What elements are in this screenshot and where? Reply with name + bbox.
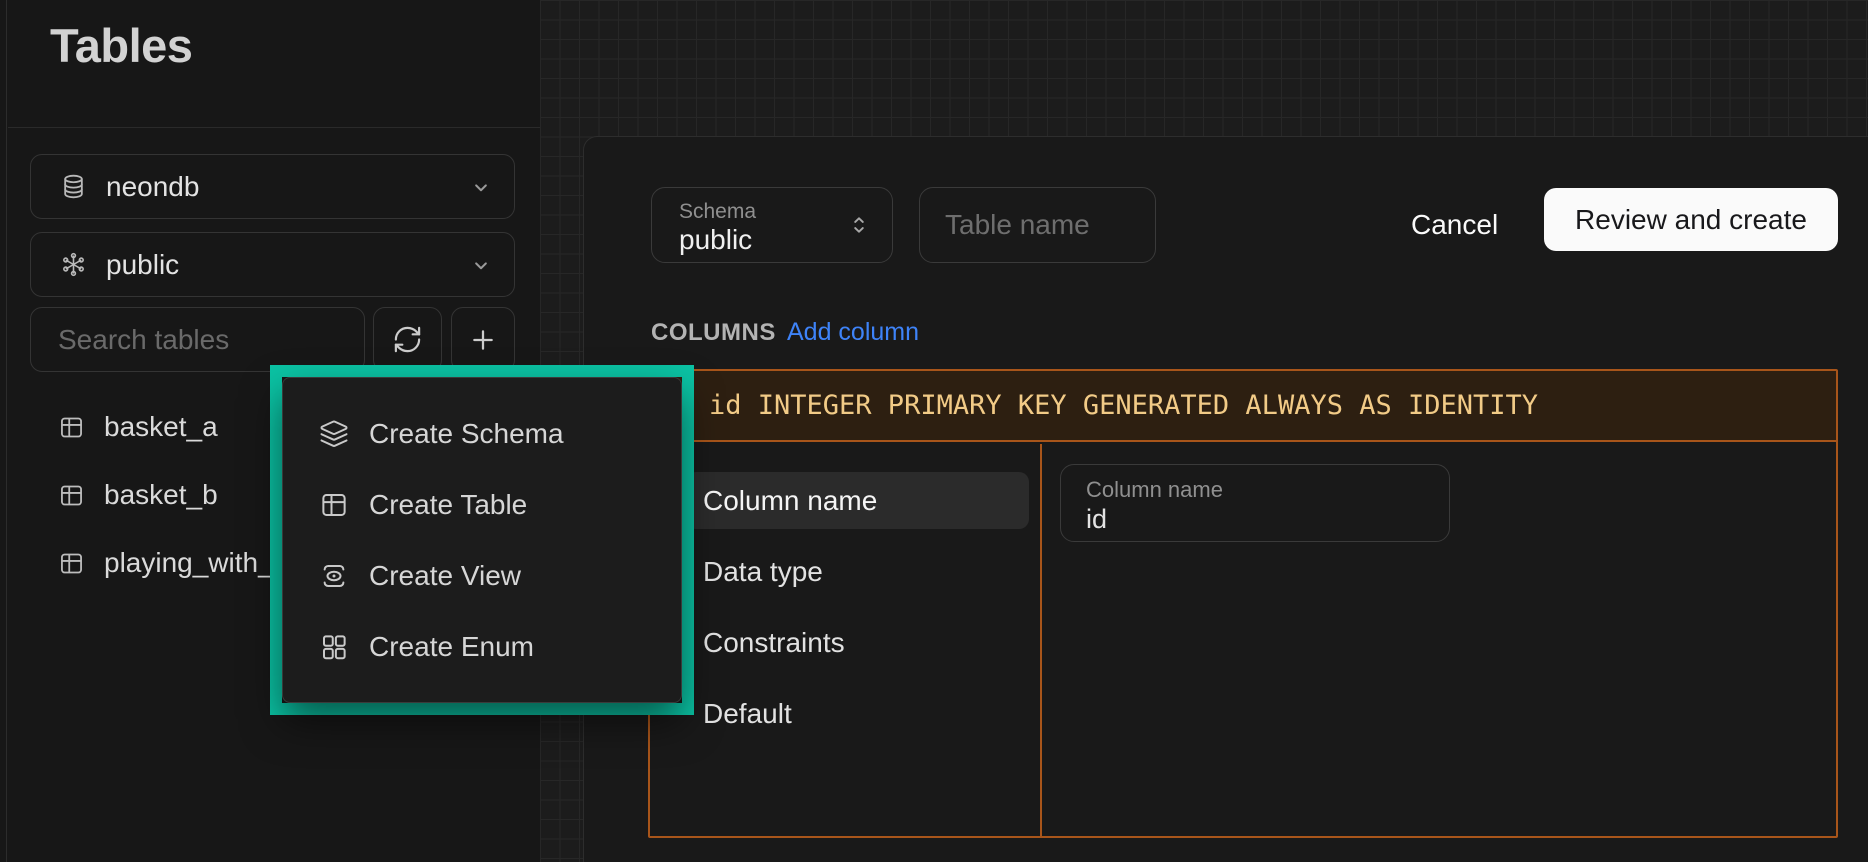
chevron-down-icon <box>468 174 494 200</box>
refresh-icon <box>392 324 423 355</box>
column-editor-body: Column name Data type Constraints Defaul… <box>650 444 1836 836</box>
schema-field-select[interactable]: Schema public <box>651 187 893 263</box>
annotation-highlight-box: Create Schema Create Table Create View <box>270 365 694 715</box>
table-icon <box>58 414 85 441</box>
table-name: basket_a <box>104 411 218 443</box>
search-tables-input[interactable]: Search tables <box>30 307 365 372</box>
database-select-value: neondb <box>106 171 199 203</box>
menu-item-create-schema[interactable]: Create Schema <box>283 405 681 463</box>
menu-item-create-enum[interactable]: Create Enum <box>283 618 681 676</box>
schema-icon <box>60 251 87 278</box>
menu-item-create-table[interactable]: Create Table <box>283 476 681 534</box>
chevron-down-icon <box>468 252 494 278</box>
menu-item-label: Create View <box>369 560 521 592</box>
table-icon <box>319 490 349 520</box>
column-editor-card: id INTEGER PRIMARY KEY GENERATED ALWAYS … <box>648 369 1838 838</box>
column-editor-tab-content: Column name id <box>1042 444 1836 836</box>
column-name-input-value: id <box>1086 503 1449 536</box>
tab-constraints[interactable]: Constraints <box>686 614 1029 671</box>
menu-item-label: Create Enum <box>369 631 534 663</box>
table-icon <box>58 550 85 577</box>
create-table-panel: Schema public Table name Cancel Review a… <box>583 136 1868 862</box>
table-name: playing_with_ <box>104 547 274 579</box>
review-and-create-button[interactable]: Review and create <box>1544 188 1838 251</box>
sidebar-title: Tables <box>50 18 192 73</box>
enum-grid-icon <box>319 632 349 662</box>
sidebar-divider <box>8 127 540 128</box>
database-select[interactable]: neondb <box>30 154 515 219</box>
columns-section-heading: COLUMNS <box>651 319 776 347</box>
column-name-input-label: Column name <box>1086 477 1449 503</box>
create-context-menu: Create Schema Create Table Create View <box>282 377 682 703</box>
tab-data-type[interactable]: Data type <box>686 543 1029 600</box>
plus-icon <box>467 324 499 356</box>
search-placeholder: Search tables <box>58 324 229 356</box>
schema-select[interactable]: public <box>30 232 515 297</box>
column-editor-tabs: Column name Data type Constraints Defaul… <box>650 444 1042 836</box>
tab-default[interactable]: Default <box>686 685 1029 742</box>
add-column-link[interactable]: Add column <box>787 318 919 347</box>
table-icon <box>58 482 85 509</box>
column-name-input[interactable]: Column name id <box>1060 464 1450 542</box>
cancel-button[interactable]: Cancel <box>1384 197 1525 253</box>
chevrons-up-down-icon <box>846 210 872 240</box>
menu-item-create-view[interactable]: Create View <box>283 547 681 605</box>
table-name-placeholder: Table name <box>945 209 1090 241</box>
menu-item-label: Create Table <box>369 489 527 521</box>
tab-column-name[interactable]: Column name <box>686 472 1029 529</box>
schema-select-value: public <box>106 249 179 281</box>
table-name: basket_b <box>104 479 218 511</box>
column-sql-row[interactable]: id INTEGER PRIMARY KEY GENERATED ALWAYS … <box>650 371 1836 442</box>
refresh-button[interactable] <box>373 307 442 372</box>
column-sql-text: id INTEGER PRIMARY KEY GENERATED ALWAYS … <box>709 390 1538 421</box>
menu-item-label: Create Schema <box>369 418 564 450</box>
add-button[interactable] <box>451 307 515 372</box>
app-window: Tables neondb public <box>0 0 1868 862</box>
layers-icon <box>319 419 349 449</box>
table-name-input[interactable]: Table name <box>919 187 1156 263</box>
database-icon <box>60 173 87 200</box>
view-icon <box>319 561 349 591</box>
